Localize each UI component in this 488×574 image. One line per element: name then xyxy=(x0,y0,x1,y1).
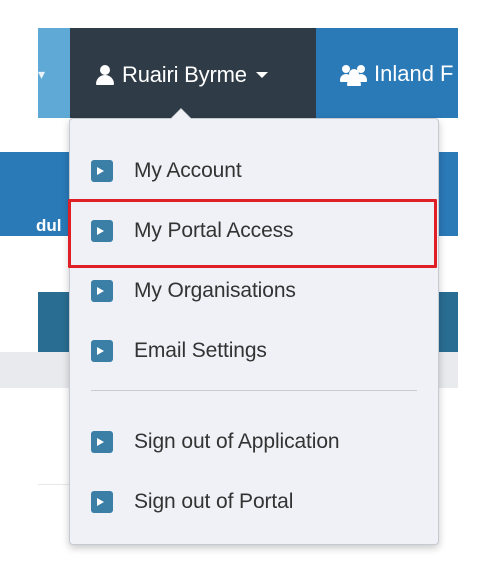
background-panel xyxy=(38,292,70,352)
background-panel xyxy=(0,352,70,388)
chevron-right-icon xyxy=(91,160,113,182)
dropdown-arrow xyxy=(170,108,192,119)
menu-item-my-account[interactable]: My Account xyxy=(70,142,438,200)
user-icon xyxy=(96,65,114,85)
background-partial-text: dul xyxy=(36,216,62,235)
highlight-box xyxy=(68,199,437,268)
divider xyxy=(38,484,70,485)
menu-item-label: Sign out of Portal xyxy=(134,490,294,513)
background-panel xyxy=(438,352,458,388)
nav-tab-group[interactable]: Inland F xyxy=(316,28,458,118)
menu-item-label: Email Settings xyxy=(134,339,267,362)
chevron-right-icon xyxy=(91,431,113,453)
background-panel xyxy=(438,292,458,352)
menu-item-sign-out-application[interactable]: Sign out of Application xyxy=(70,413,438,471)
background-panel: dul xyxy=(0,152,70,236)
chevron-right-icon xyxy=(91,491,113,513)
users-group-icon xyxy=(340,64,368,86)
menu-item-sign-out-portal[interactable]: Sign out of Portal xyxy=(70,473,438,531)
user-dropdown-menu: My Account My Portal Access My Organisat… xyxy=(68,108,439,545)
menu-item-label: Sign out of Application xyxy=(134,430,340,453)
menu-item-email-settings[interactable]: Email Settings xyxy=(70,322,438,380)
menu-divider xyxy=(91,390,417,391)
chevron-right-icon xyxy=(91,280,113,302)
nav-tab-partial[interactable]: ▾ xyxy=(38,28,70,118)
chevron-down-icon: ▾ xyxy=(38,66,46,82)
user-menu-toggle[interactable]: Ruairi Byrme xyxy=(70,28,316,118)
caret-down-icon xyxy=(255,72,268,78)
menu-item-my-organisations[interactable]: My Organisations xyxy=(70,262,438,320)
group-label: Inland F xyxy=(374,61,454,86)
menu-item-label: My Organisations xyxy=(134,279,296,302)
background-panel xyxy=(438,152,458,236)
user-name: Ruairi Byrme xyxy=(122,62,247,87)
chevron-right-icon xyxy=(91,340,113,362)
menu-item-label: My Account xyxy=(134,159,242,182)
